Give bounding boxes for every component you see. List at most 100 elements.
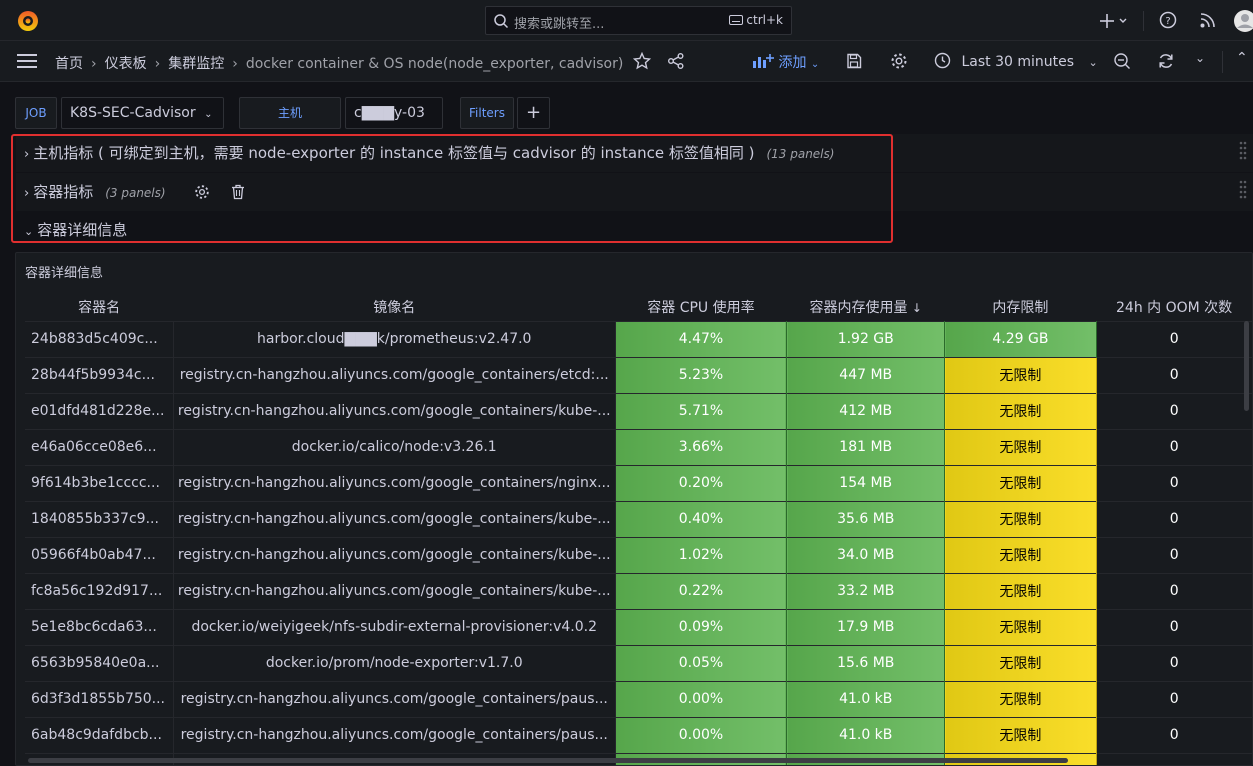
news-feed-icon[interactable]: [1199, 11, 1217, 29]
row-delete-trash-icon[interactable]: [231, 184, 245, 200]
table-row[interactable]: 1840855b337c9... registry.cn-hangzhou.ali…: [25, 500, 1252, 537]
chevron-right-icon: ›: [24, 186, 30, 201]
column-header-cpu-usage[interactable]: 容器 CPU 使用率: [615, 293, 786, 321]
column-header-memory-usage[interactable]: 容器内存使用量 ↓: [787, 293, 945, 321]
menu-icon[interactable]: [17, 54, 37, 70]
search-input[interactable]: 搜索或跳转至... ctrl+k: [485, 6, 792, 35]
plus-icon[interactable]: [1100, 11, 1130, 31]
table-row[interactable]: 6563b95840e0a... docker.io/prom/node-expo…: [25, 644, 1252, 681]
cell-cpu-usage: 0.22%: [615, 572, 788, 609]
cell-oom-count: [1096, 752, 1252, 765]
column-header-memory-limit[interactable]: 内存限制: [945, 293, 1096, 321]
cell-container-name: 05966f4b0ab47...: [25, 536, 174, 573]
row-host-metrics[interactable]: › 主机指标 ( 可绑定到主机，需要 node-exporter 的 instan…: [16, 134, 1253, 172]
cell-container-name: 28b44f5b9934c...: [25, 356, 174, 393]
job-variable-select[interactable]: K8S-SEC-Cadvisor ⌄: [61, 97, 224, 129]
table-row[interactable]: 24b883d5c409c... harbor.cloud▇▇▇k/prometh…: [25, 320, 1252, 357]
save-dashboard-icon[interactable]: [846, 53, 862, 69]
cell-oom-count: 0: [1096, 392, 1252, 429]
top-bar: 搜索或跳转至... ctrl+k ?: [0, 0, 1253, 41]
table-row[interactable]: 28b44f5b9934c... registry.cn-hangzhou.ali…: [25, 356, 1252, 393]
table-row[interactable]: 6d3f3d1855b750... registry.cn-hangzhou.al…: [25, 680, 1252, 717]
cell-memory-usage: 17.9 MB: [786, 608, 946, 645]
job-variable-value: K8S-SEC-Cadvisor: [70, 105, 196, 121]
breadcrumb-home[interactable]: 首页: [55, 56, 83, 72]
cell-cpu-usage: 0.09%: [615, 608, 788, 645]
help-icon[interactable]: ?: [1159, 11, 1177, 29]
cell-memory-limit: 无限制: [944, 572, 1097, 609]
table-row[interactable]: fc8a56c192d917... registry.cn-hangzhou.al…: [25, 572, 1252, 609]
breadcrumb-current: docker container & OS node(node_exporter…: [245, 56, 624, 72]
clock-icon: [934, 52, 951, 69]
row-container-details[interactable]: ⌄ 容器详细信息: [16, 211, 1253, 249]
cell-memory-usage: 35.6 MB: [786, 500, 946, 537]
breadcrumb-dashboards[interactable]: 仪表板: [105, 56, 147, 72]
cell-cpu-usage: 0.05%: [615, 644, 788, 681]
cell-memory-usage: 33.2 MB: [786, 572, 946, 609]
share-icon[interactable]: [667, 52, 685, 70]
column-header-oom-count[interactable]: 24h 内 OOM 次数: [1096, 293, 1252, 321]
cell-oom-count: 0: [1096, 500, 1252, 537]
row-container-metrics[interactable]: › 容器指标 (3 panels): [16, 173, 1253, 211]
cell-cpu-usage: 0.00%: [615, 716, 788, 753]
row-title: › 主机指标 ( 可绑定到主机，需要 node-exporter 的 instan…: [24, 144, 835, 162]
chevron-right-icon: ›: [232, 56, 238, 72]
cell-image-name: registry.cn-hangzhou.aliyuncs.com/google…: [173, 572, 616, 609]
row-panel-count: (3 panels): [105, 186, 166, 200]
drag-handle-icon[interactable]: [1239, 140, 1247, 162]
settings-gear-icon[interactable]: [890, 52, 908, 70]
cell-container-name: e46a06cce08e6...: [25, 428, 174, 465]
refresh-interval-chevron-icon[interactable]: ⌄: [1195, 51, 1205, 65]
collapse-chevron-up-icon[interactable]: ⌃: [1236, 50, 1248, 66]
zoom-out-icon[interactable]: [1113, 52, 1131, 70]
cell-memory-usage: 41.0 kB: [786, 716, 946, 753]
table-row[interactable]: e46a06cce08e6... docker.io/calico/node:v3…: [25, 428, 1252, 465]
cell-image-name: registry.cn-hangzhou.aliyuncs.com/google…: [173, 500, 616, 537]
horizontal-scrollbar[interactable]: [28, 758, 1068, 763]
add-panel-button[interactable]: 添加 ⌄: [752, 52, 819, 72]
cell-oom-count: 0: [1096, 572, 1252, 609]
refresh-icon[interactable]: [1157, 52, 1175, 70]
table-row[interactable]: 9f614b3be1cccc... registry.cn-hangzhou.al…: [25, 464, 1252, 501]
add-filter-button[interactable]: +: [517, 97, 550, 129]
column-header-container-name[interactable]: 容器名: [25, 293, 173, 321]
table-row[interactable]: 05966f4b0ab47... registry.cn-hangzhou.ali…: [25, 536, 1252, 573]
cell-oom-count: 0: [1096, 464, 1252, 501]
user-avatar-icon[interactable]: [1234, 9, 1253, 33]
cell-memory-usage: 447 MB: [786, 356, 946, 393]
chevron-right-icon: ›: [24, 147, 30, 162]
table-row[interactable]: e01dfd481d228e... registry.cn-hangzhou.al…: [25, 392, 1252, 429]
drag-handle-icon[interactable]: [1239, 179, 1247, 201]
grafana-logo-icon[interactable]: [16, 9, 40, 33]
time-range-picker[interactable]: Last 30 minutes ⌄: [934, 52, 1098, 70]
cell-memory-limit: 无限制: [944, 536, 1097, 573]
cell-memory-usage: 154 MB: [786, 464, 946, 501]
cell-container-name: fc8a56c192d917...: [25, 572, 174, 609]
cell-container-name: 1840855b337c9...: [25, 500, 174, 537]
filters-label[interactable]: Filters: [460, 97, 514, 129]
instance-variable-select[interactable]: c▇▇▇y-03 ⌄: [345, 97, 443, 150]
column-header-image-name[interactable]: 镜像名: [173, 293, 615, 321]
cell-image-name: docker.io/calico/node:v3.26.1: [173, 428, 616, 465]
search-icon: [494, 14, 509, 29]
cell-cpu-usage: 5.23%: [615, 356, 788, 393]
row-title: ⌄ 容器详细信息: [24, 221, 128, 239]
cell-container-name: 5e1e8bc6cda63...: [25, 608, 174, 645]
table-row[interactable]: 5e1e8bc6cda63... docker.io/weiyigeek/nfs-…: [25, 608, 1252, 645]
cell-container-name: e01dfd481d228e...: [25, 392, 174, 429]
cell-image-name: registry.cn-hangzhou.aliyuncs.com/google…: [173, 536, 616, 573]
table-row[interactable]: 6ab48c9dafdbcb... registry.cn-hangzhou.al…: [25, 716, 1252, 753]
add-panel-label: 添加: [778, 55, 807, 71]
search-placeholder: 搜索或跳转至...: [514, 17, 605, 32]
cell-memory-limit: 4.29 GB: [944, 320, 1097, 357]
cell-image-name: docker.io/weiyigeek/nfs-subdir-external-…: [173, 608, 616, 645]
table-header-row: 容器名 镜像名 容器 CPU 使用率 容器内存使用量 ↓ 内存限制 24h 内 …: [25, 293, 1252, 321]
star-icon[interactable]: [633, 52, 651, 70]
svg-text:?: ?: [1165, 16, 1170, 27]
cell-memory-usage: 41.0 kB: [786, 680, 946, 717]
cell-cpu-usage: 0.20%: [615, 464, 788, 501]
breadcrumb-folder[interactable]: 集群监控: [168, 56, 224, 72]
row-settings-gear-icon[interactable]: [194, 184, 210, 200]
vertical-scrollbar[interactable]: [1244, 321, 1249, 411]
time-range-label: Last 30 minutes: [961, 54, 1074, 70]
